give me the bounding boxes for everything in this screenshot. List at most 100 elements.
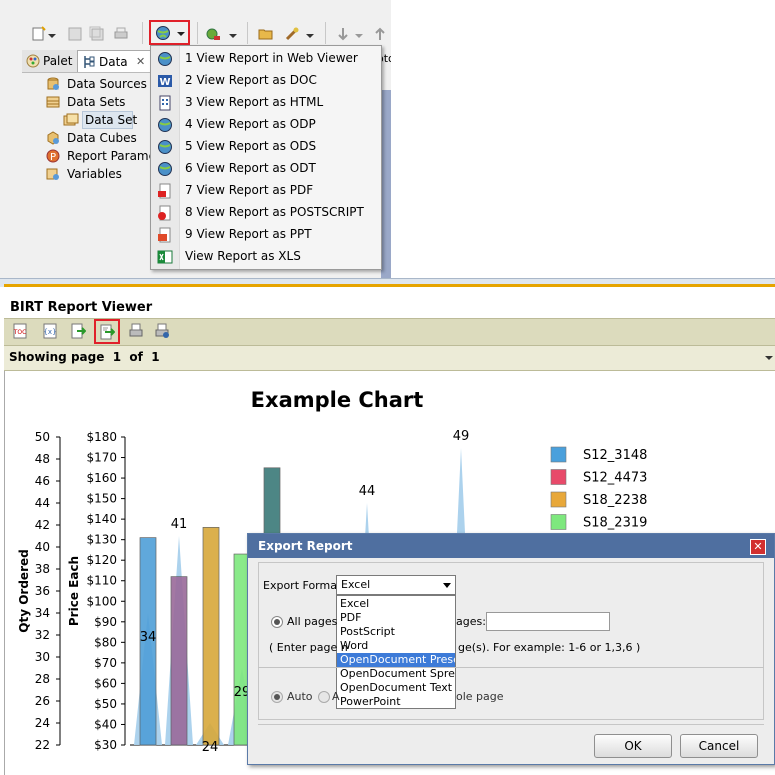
export-format-select[interactable]: Excel — [336, 575, 456, 595]
export-format-value: Excel — [341, 578, 371, 591]
right-tick-label: $80 — [94, 635, 117, 649]
export-format-label: Export Format: — [263, 579, 345, 592]
excel-icon — [157, 250, 173, 264]
export-report-icon — [100, 324, 115, 340]
tree-item-data-set[interactable]: Data Set — [63, 111, 137, 129]
auto-radio[interactable] — [271, 691, 283, 703]
tab-data-label: Data — [99, 55, 128, 69]
new-report-icon[interactable] — [31, 26, 47, 42]
left-tick-label: 38 — [35, 562, 50, 576]
data-source-icon — [47, 77, 59, 90]
menu-item-xls[interactable]: View Report as XLS — [151, 246, 381, 268]
ok-button[interactable]: OK — [594, 734, 672, 758]
data-explorer-icon — [84, 56, 95, 68]
price-bar — [170, 576, 188, 746]
menu-item-postscript[interactable]: 8 View Report as POSTSCRIPT — [151, 202, 381, 224]
right-tick-label: $50 — [94, 697, 117, 711]
new-dropdown-icon[interactable] — [47, 27, 57, 43]
print-report-icon[interactable] — [128, 323, 144, 339]
menu-item-html[interactable]: 3 View Report as HTML — [151, 92, 381, 114]
chart-title: Example Chart — [251, 388, 424, 412]
debug-icon[interactable] — [205, 26, 221, 42]
menu-item-web-viewer[interactable]: 1 View Report in Web Viewer — [151, 48, 381, 70]
right-tick-label: $130 — [86, 533, 117, 547]
left-tick-label: 32 — [35, 628, 50, 642]
viewer-title: BIRT Report Viewer — [10, 300, 153, 315]
view-report-button[interactable] — [149, 20, 190, 45]
format-option[interactable]: OpenDocument Text — [337, 681, 455, 695]
close-icon[interactable]: ✕ — [136, 51, 145, 73]
cancel-button[interactable]: Cancel — [680, 734, 758, 758]
format-option[interactable]: OpenDocument Spreadsheet — [337, 667, 455, 681]
auto-label: Auto — [287, 690, 313, 703]
pages-hint-rest: ge(s). For example: 1-6 or 1,3,6 ) — [458, 641, 641, 654]
html-icon — [159, 95, 171, 111]
right-tick-label: $30 — [94, 738, 117, 752]
menu-item-label: 6 View Report as ODT — [185, 161, 316, 175]
tab-data[interactable]: Data ✕ — [77, 50, 151, 72]
toolbar-separator — [247, 22, 248, 44]
nav-dropdown-icon[interactable] — [354, 27, 364, 43]
legend-swatch — [550, 514, 567, 530]
postscript-icon — [158, 205, 171, 221]
actual-size-radio[interactable] — [318, 691, 330, 703]
globe-icon — [158, 140, 172, 154]
designer-window: Palet Data ✕ Data Sources Data Sets Data… — [0, 0, 391, 278]
tools-dropdown-icon[interactable] — [305, 27, 315, 43]
menu-item-label: 2 View Report as DOC — [185, 73, 317, 87]
parameters-icon[interactable]: {x} — [42, 323, 58, 339]
save-icon[interactable] — [67, 26, 83, 42]
tools-icon[interactable] — [284, 26, 300, 42]
prev-annotation-icon[interactable] — [372, 26, 388, 42]
chevron-down-icon — [177, 32, 185, 36]
open-folder-icon[interactable] — [258, 26, 274, 42]
tab-palette[interactable]: Palet — [22, 50, 76, 72]
svg-text:TOC: TOC — [13, 329, 27, 336]
globe-icon — [158, 162, 172, 176]
format-option-selected[interactable]: OpenDocument Presentation — [337, 653, 455, 667]
quantity-data-label: 41 — [171, 517, 188, 532]
export-data-icon[interactable] — [70, 323, 86, 339]
save-all-icon[interactable] — [89, 26, 105, 42]
editor-pane-edge — [381, 90, 391, 278]
word-icon: W — [158, 75, 172, 88]
format-option[interactable]: Excel — [337, 597, 455, 611]
right-tick-label: $70 — [94, 656, 117, 670]
page-navigation-bar: Showing page 1 of 1 — [4, 346, 775, 371]
print-server-icon[interactable] — [154, 323, 170, 339]
left-tick-label: 26 — [35, 694, 50, 708]
left-tick-label: 30 — [35, 650, 50, 664]
export-report-button[interactable] — [94, 319, 120, 344]
collapse-icon[interactable] — [765, 354, 773, 362]
debug-dropdown-icon[interactable] — [228, 27, 238, 43]
format-option[interactable]: Word — [337, 639, 455, 653]
menu-item-odp[interactable]: 4 View Report as ODP — [151, 114, 381, 136]
globe-icon — [156, 26, 170, 40]
menu-item-pdf[interactable]: 7 View Report as PDF — [151, 180, 381, 202]
menu-item-ppt[interactable]: 9 View Report as PPT — [151, 224, 381, 246]
format-option[interactable]: PowerPoint — [337, 695, 455, 708]
menu-item-odt[interactable]: 6 View Report as ODT — [151, 158, 381, 180]
export-format-options: Excel PDF PostScript Word OpenDocument P… — [336, 595, 456, 709]
format-option[interactable]: PostScript — [337, 625, 455, 639]
right-tick-label: $180 — [86, 430, 117, 444]
tree-item-label: Variables — [67, 167, 122, 181]
all-pages-radio[interactable] — [271, 616, 283, 628]
toolbar-separator — [325, 22, 326, 44]
menu-item-label: View Report as XLS — [185, 249, 301, 263]
close-icon[interactable]: ✕ — [750, 539, 766, 555]
menu-item-ods[interactable]: 5 View Report as ODS — [151, 136, 381, 158]
viewer-toolbar: TOC {x} — [4, 318, 775, 346]
toc-icon[interactable]: TOC — [12, 323, 28, 339]
toolbar-separator — [197, 22, 198, 44]
tree-item-label: Data Sources — [67, 77, 147, 91]
format-option[interactable]: PDF — [337, 611, 455, 625]
next-annotation-icon[interactable] — [335, 26, 351, 42]
menu-item-doc[interactable]: W 2 View Report as DOC — [151, 70, 381, 92]
report-parameter-icon: P — [46, 149, 60, 163]
pages-input[interactable] — [486, 612, 610, 631]
left-tick-label: 42 — [35, 518, 50, 532]
print-icon[interactable] — [113, 26, 129, 42]
actual-size-label: A — [332, 690, 340, 703]
quantity-data-label: 24 — [202, 740, 219, 755]
